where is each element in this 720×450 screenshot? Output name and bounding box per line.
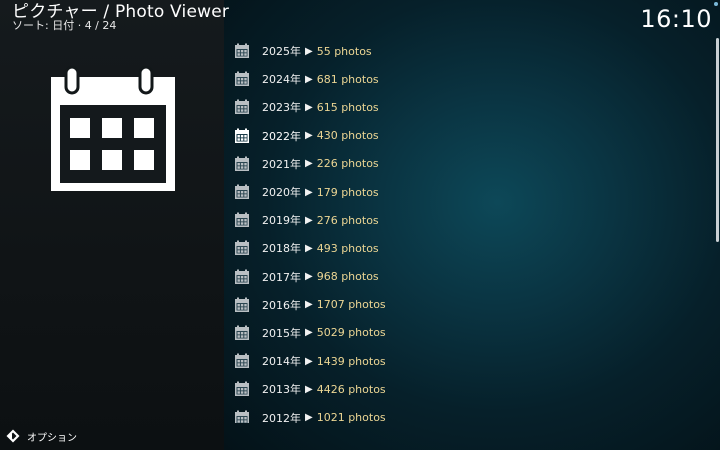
play-arrow-icon: ▶ xyxy=(305,383,313,395)
year-row[interactable]: 2023年 ▶ 615 photos xyxy=(230,93,710,121)
play-arrow-icon: ▶ xyxy=(305,412,313,423)
play-arrow-icon: ▶ xyxy=(305,158,313,170)
calendar-icon xyxy=(51,66,175,191)
year-row[interactable]: 2021年 ▶ 226 photos xyxy=(230,150,710,178)
year-row[interactable]: 2022年 ▶ 430 photos xyxy=(230,122,710,150)
calendar-icon xyxy=(235,269,249,284)
play-arrow-icon: ▶ xyxy=(305,73,313,85)
year-row[interactable]: 2018年 ▶ 493 photos xyxy=(230,234,710,262)
play-arrow-icon: ▶ xyxy=(305,214,313,226)
calendar-icon xyxy=(235,43,249,59)
options-button[interactable]: オプション xyxy=(6,428,77,444)
year-label: 2024年 xyxy=(262,73,301,87)
sort-info: ソート: 日付 · 4 / 24 xyxy=(12,19,117,32)
year-label: 2017年 xyxy=(262,270,301,284)
photo-count: 179 photos xyxy=(316,185,379,199)
options-label: オプション xyxy=(27,432,77,444)
calendar-icon xyxy=(235,71,249,87)
calendar-icon xyxy=(235,128,249,143)
year-row[interactable]: 2012年 ▶ 1021 photos xyxy=(230,403,710,423)
year-label: 2016年 xyxy=(262,298,301,312)
photo-count: 430 photos xyxy=(316,129,379,143)
year-label: 2020年 xyxy=(262,186,301,200)
calendar-icon xyxy=(235,353,249,369)
year-label: 2018年 xyxy=(262,242,301,256)
photo-count: 1021 photos xyxy=(316,411,386,423)
year-row[interactable]: 2016年 ▶ 1707 photos xyxy=(230,291,710,319)
play-arrow-icon: ▶ xyxy=(305,327,313,339)
calendar-icon xyxy=(235,381,249,397)
year-row[interactable]: 2024年 ▶ 681 photos xyxy=(230,65,710,93)
calendar-icon xyxy=(235,240,249,256)
year-row[interactable]: 2015年 ▶ 5029 photos xyxy=(230,319,710,347)
play-arrow-icon: ▶ xyxy=(305,242,313,254)
year-label: 2012年 xyxy=(262,411,301,423)
photo-count: 968 photos xyxy=(316,270,379,284)
photo-count: 55 photos xyxy=(316,44,372,58)
options-icon xyxy=(6,429,20,443)
calendar-icon xyxy=(235,156,249,171)
clock: 16:10 xyxy=(640,5,712,33)
photo-count: 681 photos xyxy=(316,72,379,86)
calendar-icon xyxy=(235,212,249,228)
photo-count: 1707 photos xyxy=(316,298,386,312)
year-list: 2025年 ▶ 55 photos 2024年 ▶ 681 photos 2023年 ▶ 615… xyxy=(230,37,710,423)
photo-count: 276 photos xyxy=(316,213,379,227)
left-panel xyxy=(0,0,224,450)
year-row[interactable]: 2013年 ▶ 4426 photos xyxy=(230,375,710,403)
year-label: 2025年 xyxy=(262,45,301,59)
year-label: 2023年 xyxy=(262,101,301,115)
photo-count: 615 photos xyxy=(316,100,379,114)
play-arrow-icon: ▶ xyxy=(305,355,313,367)
year-row[interactable]: 2020年 ▶ 179 photos xyxy=(230,178,710,206)
year-row[interactable]: 2014年 ▶ 1439 photos xyxy=(230,347,710,375)
photo-count: 5029 photos xyxy=(316,326,386,340)
year-row[interactable]: 2025年 ▶ 55 photos xyxy=(230,37,710,65)
calendar-icon xyxy=(235,297,249,312)
calendar-icon xyxy=(235,325,249,340)
play-arrow-icon: ▶ xyxy=(305,45,313,57)
year-label: 2021年 xyxy=(262,157,301,171)
year-label: 2013年 xyxy=(262,383,301,397)
photo-count: 1439 photos xyxy=(316,354,386,368)
photo-count: 226 photos xyxy=(316,157,379,171)
year-row[interactable]: 2017年 ▶ 968 photos xyxy=(230,263,710,291)
play-arrow-icon: ▶ xyxy=(305,186,313,198)
scrollbar[interactable] xyxy=(716,38,719,242)
photo-count: 493 photos xyxy=(316,241,379,255)
year-row[interactable]: 2019年 ▶ 276 photos xyxy=(230,206,710,234)
year-label: 2022年 xyxy=(262,129,301,143)
play-arrow-icon: ▶ xyxy=(305,101,313,113)
calendar-icon xyxy=(235,410,249,423)
calendar-icon xyxy=(235,184,249,200)
calendar-icon xyxy=(235,99,249,115)
play-arrow-icon: ▶ xyxy=(305,130,313,142)
year-label: 2014年 xyxy=(262,355,301,369)
photo-count: 4426 photos xyxy=(316,382,386,396)
year-label: 2019年 xyxy=(262,214,301,228)
year-label: 2015年 xyxy=(262,326,301,340)
play-arrow-icon: ▶ xyxy=(305,299,313,311)
status-dot xyxy=(714,2,718,6)
play-arrow-icon: ▶ xyxy=(305,271,313,283)
